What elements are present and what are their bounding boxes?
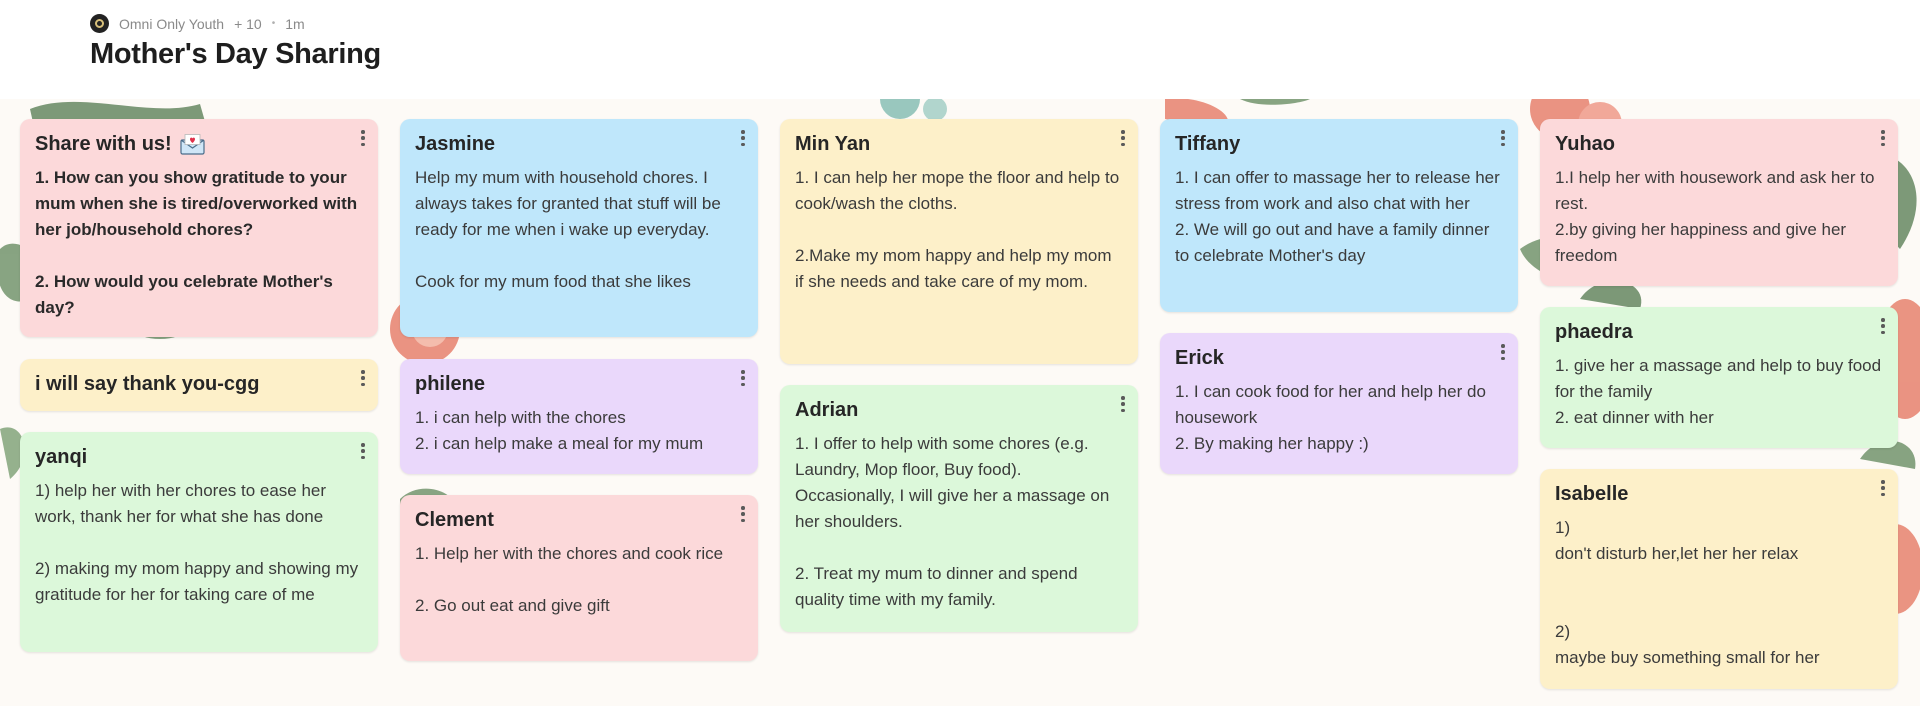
post-card-jasmine[interactable]: Jasmine Help my mum with household chore…	[400, 119, 758, 337]
more-options-icon[interactable]	[358, 442, 368, 460]
more-options-icon[interactable]	[1118, 395, 1128, 413]
card-title: Clement	[415, 509, 494, 531]
card-body: 1. I can offer to massage her to release…	[1175, 168, 1500, 265]
card-title: Jasmine	[415, 133, 496, 155]
more-options-icon[interactable]	[358, 369, 368, 387]
card-title: Min Yan	[795, 133, 871, 155]
more-options-icon[interactable]	[1498, 343, 1508, 361]
more-options-icon[interactable]	[1878, 129, 1888, 147]
card-body: 1.I help her with housework and ask her …	[1555, 168, 1875, 265]
card-body: 1. How can you show gratitude to your mu…	[35, 168, 358, 317]
post-time: 1m	[285, 15, 305, 32]
board-canvas: Share with us! 1. How can you show grati…	[0, 99, 1920, 706]
more-options-icon[interactable]	[738, 369, 748, 387]
page-title: Mother's Day Sharing	[90, 38, 381, 70]
contributors-count[interactable]: + 10	[234, 16, 262, 32]
author-avatar[interactable]	[90, 14, 109, 33]
post-card-erick[interactable]: Erick 1. I can cook food for her and hel…	[1160, 333, 1518, 474]
more-options-icon[interactable]	[738, 505, 748, 523]
card-title: i will say thank you-cgg	[35, 373, 260, 395]
page-header: Omni Only Youth + 10 • 1m Mother's Day S…	[0, 0, 1920, 99]
more-options-icon[interactable]	[1878, 479, 1888, 497]
author-name[interactable]: Omni Only Youth	[119, 16, 224, 32]
more-options-icon[interactable]	[1118, 129, 1128, 147]
post-card-phaedra[interactable]: phaedra 1. give her a massage and help t…	[1540, 307, 1898, 448]
more-options-icon[interactable]	[358, 129, 368, 147]
card-body: 1. Help her with the chores and cook ric…	[415, 544, 724, 615]
meta-separator: •	[271, 18, 276, 29]
card-body: 1. I can help her mope the floor and hel…	[795, 168, 1120, 291]
post-card-yanqi[interactable]: yanqi 1) help her with her chores to eas…	[20, 432, 378, 652]
card-title: yanqi	[35, 446, 88, 468]
card-title: philene	[415, 373, 486, 395]
post-card-min-yan[interactable]: Min Yan 1. I can help her mope the floor…	[780, 119, 1138, 364]
card-body: Help my mum with household chores. I alw…	[415, 168, 721, 291]
post-card-adrian[interactable]: Adrian 1. I offer to help with some chor…	[780, 385, 1138, 632]
card-title: Share with us!	[35, 133, 172, 155]
post-card-philene[interactable]: philene 1. i can help with the chores 2.…	[400, 359, 758, 474]
card-body: 1. I can cook food for her and help her …	[1175, 382, 1486, 453]
post-card-share-with-us[interactable]: Share with us! 1. How can you show grati…	[20, 119, 378, 337]
post-card-isabelle[interactable]: Isabelle 1) don't disturb her,let her he…	[1540, 469, 1898, 689]
post-card-thank-you-cgg[interactable]: i will say thank you-cgg	[20, 359, 378, 411]
post-meta: Omni Only Youth + 10 • 1m	[90, 14, 305, 33]
card-body: 1) help her with her chores to ease her …	[35, 481, 359, 604]
card-body: 1. give her a massage and help to buy fo…	[1555, 356, 1882, 427]
post-card-yuhao[interactable]: Yuhao 1.I help her with housework and as…	[1540, 119, 1898, 286]
card-title: Yuhao	[1555, 133, 1616, 155]
post-card-tiffany[interactable]: Tiffany 1. I can offer to massage her to…	[1160, 119, 1518, 312]
envelope-heart-icon	[180, 134, 205, 155]
card-title: Adrian	[795, 399, 859, 421]
card-title-row: Share with us!	[35, 131, 363, 157]
more-options-icon[interactable]	[1878, 317, 1888, 335]
more-options-icon[interactable]	[1498, 129, 1508, 147]
card-body: 1. i can help with the chores 2. i can h…	[415, 408, 704, 453]
card-body: 1. I offer to help with some chores (e.g…	[795, 434, 1110, 609]
card-title: Tiffany	[1175, 133, 1241, 155]
card-body: 1) don't disturb her,let her her relax 2…	[1555, 518, 1820, 667]
more-options-icon[interactable]	[738, 129, 748, 147]
card-title: Isabelle	[1555, 483, 1629, 505]
post-card-clement[interactable]: Clement 1. Help her with the chores and …	[400, 495, 758, 661]
card-title: phaedra	[1555, 321, 1633, 343]
card-title: Erick	[1175, 347, 1224, 369]
